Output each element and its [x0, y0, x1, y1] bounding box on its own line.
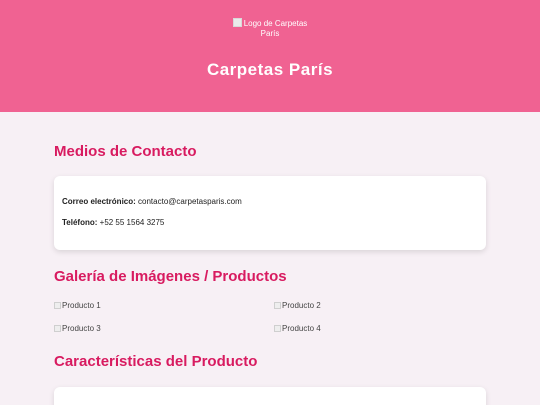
product-image-alt: Producto 4: [282, 324, 321, 333]
product-image-4: Producto 4: [274, 324, 321, 333]
product-image-3: Producto 3: [54, 324, 101, 333]
product-image-alt: Producto 2: [282, 301, 321, 310]
phone-value: +52 55 1564 3275: [99, 218, 165, 227]
email-row: Correo electrónico: contacto@carpetaspar…: [62, 197, 242, 206]
site-title: Carpetas París: [206, 60, 334, 79]
features-section-title: Características del Producto: [54, 353, 258, 370]
contact-section-title: Medios de Contacto: [54, 143, 197, 160]
contact-card: Correo electrónico: contacto@carpetaspar…: [54, 176, 486, 250]
site-logo-alt: Logo de Carpetas París: [243, 19, 308, 38]
email-value: contacto@carpetasparis.com: [138, 197, 242, 206]
broken-image-icon: [274, 325, 281, 332]
broken-image-icon: [232, 18, 242, 27]
broken-image-icon: [274, 302, 281, 309]
features-card: [54, 387, 486, 405]
broken-image-icon: [54, 325, 61, 332]
gallery-section-title: Galería de Imágenes / Productos: [54, 268, 287, 285]
product-image-2: Producto 2: [274, 301, 321, 310]
phone-label: Teléfono:: [62, 218, 98, 227]
site-logo: Logo de Carpetas París: [230, 18, 310, 39]
product-image-alt: Producto 3: [62, 324, 101, 333]
site-header: Logo de Carpetas París Carpetas París: [0, 0, 540, 112]
product-image-1: Producto 1: [54, 301, 101, 310]
product-image-alt: Producto 1: [62, 301, 101, 310]
phone-row: Teléfono: +52 55 1564 3275: [62, 218, 164, 227]
broken-image-icon: [54, 302, 61, 309]
email-label: Correo electrónico:: [62, 197, 136, 206]
